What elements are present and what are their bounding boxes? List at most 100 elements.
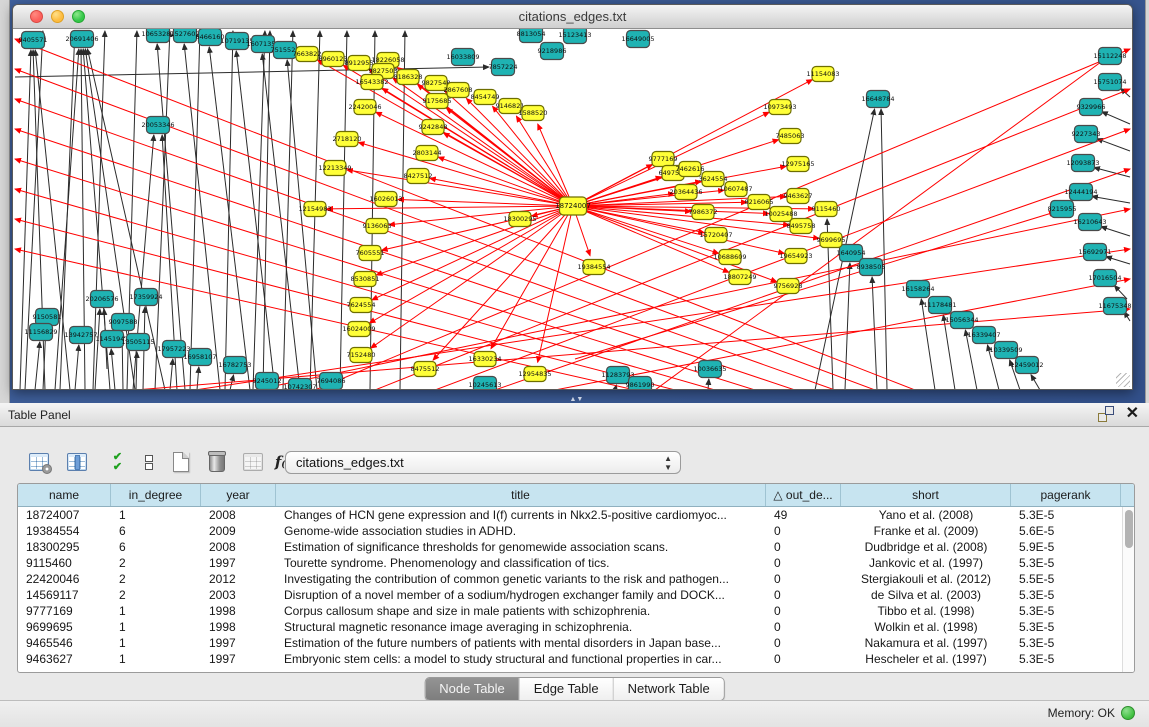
- network-node[interactable]: 12444194: [1064, 184, 1097, 201]
- red-edge[interactable]: [443, 133, 573, 206]
- delete-table-button[interactable]: [240, 449, 266, 475]
- table-selector-dropdown[interactable]: citations_edges.txt ▲▼: [285, 451, 681, 474]
- network-node[interactable]: 9136063: [363, 219, 392, 234]
- network-node[interactable]: 13505115: [121, 334, 154, 351]
- network-node[interactable]: 2718120: [333, 132, 362, 147]
- network-node[interactable]: 8427512: [404, 169, 433, 184]
- network-node[interactable]: 16026013: [369, 192, 402, 207]
- network-node[interactable]: 7857224: [489, 59, 518, 76]
- black-edge[interactable]: [155, 31, 170, 389]
- network-node[interactable]: 19384554: [577, 260, 610, 275]
- red-edge[interactable]: [195, 249, 1130, 389]
- network-node[interactable]: 9245012: [253, 373, 282, 390]
- tab-edge-table[interactable]: Edge Table: [520, 678, 614, 700]
- black-edge[interactable]: [75, 345, 79, 389]
- table-row[interactable]: 911546021997Tourette syndrome. Phenomeno…: [18, 555, 1122, 571]
- black-edge[interactable]: [287, 60, 317, 389]
- black-edge[interactable]: [35, 342, 40, 389]
- table-row[interactable]: 977716911998Corpus callosum shape and si…: [18, 603, 1122, 619]
- network-node[interactable]: 9242848: [419, 120, 448, 135]
- column-header-year[interactable]: year: [201, 484, 276, 506]
- network-node[interactable]: 9756928: [774, 279, 803, 294]
- network-node[interactable]: 8813054: [517, 29, 546, 43]
- column-header-name[interactable]: name: [18, 484, 111, 506]
- black-edge[interactable]: [1097, 139, 1130, 151]
- network-node[interactable]: 7624554: [347, 298, 376, 313]
- black-edge[interactable]: [340, 31, 347, 389]
- network-node[interactable]: 19654923: [779, 249, 812, 264]
- column-header-in_degree[interactable]: in_degree: [111, 484, 201, 506]
- network-node[interactable]: 8938505: [857, 259, 886, 276]
- red-edge[interactable]: [655, 59, 1105, 389]
- black-edge[interactable]: [283, 31, 293, 389]
- network-node[interactable]: 7986372: [689, 205, 718, 220]
- network-node[interactable]: 12954835: [518, 367, 551, 382]
- network-node[interactable]: 9405571: [19, 32, 48, 49]
- black-edge[interactable]: [1106, 257, 1130, 264]
- network-canvas[interactable]: 9405571206914061065328715276026466160107…: [13, 29, 1132, 389]
- table-row[interactable]: 946554611997Estimation of the future num…: [18, 635, 1122, 651]
- network-node[interactable]: 9699695: [817, 233, 846, 248]
- network-node[interactable]: 16210643: [1073, 214, 1106, 231]
- network-node[interactable]: 10245613: [468, 377, 501, 390]
- table-row[interactable]: 1938455462009Genome-wide association stu…: [18, 523, 1122, 539]
- black-edge[interactable]: [225, 31, 233, 389]
- window-resize-grip[interactable]: [1116, 373, 1130, 387]
- network-node[interactable]: 7485063: [776, 129, 805, 144]
- network-node[interactable]: 15692971: [1078, 244, 1111, 261]
- unselect-all-button[interactable]: [136, 449, 162, 475]
- black-edge[interactable]: [845, 263, 850, 389]
- network-node[interactable]: 11178481: [923, 297, 956, 314]
- network-node[interactable]: 10742307: [283, 379, 316, 390]
- network-node[interactable]: 10688609: [713, 250, 746, 265]
- network-node[interactable]: 16033809: [446, 49, 479, 66]
- column-header-out_de[interactable]: △ out_de...: [766, 484, 841, 506]
- network-node[interactable]: 16782753: [218, 357, 251, 374]
- black-edge[interactable]: [236, 51, 275, 389]
- network-node[interactable]: 12459012: [1010, 357, 1043, 374]
- black-edge[interactable]: [1102, 112, 1130, 124]
- network-node[interactable]: 10339509: [989, 342, 1022, 359]
- black-edge[interactable]: [872, 277, 877, 389]
- network-node[interactable]: 11675348: [1098, 298, 1131, 315]
- table-mode-button[interactable]: [26, 449, 52, 475]
- float-panel-icon[interactable]: [1098, 406, 1114, 422]
- network-node[interactable]: 7663822: [293, 47, 322, 62]
- network-node[interactable]: 12093873: [1066, 155, 1099, 172]
- network-node[interactable]: 8216065: [745, 195, 774, 210]
- network-node[interactable]: 17016504: [1088, 270, 1121, 287]
- tab-node-table[interactable]: Node Table: [425, 678, 520, 700]
- network-node[interactable]: 20053346: [141, 117, 174, 134]
- network-node[interactable]: 9227343: [1072, 126, 1101, 143]
- window-titlebar[interactable]: citations_edges.txt: [13, 5, 1132, 29]
- network-node[interactable]: 17359924: [129, 289, 162, 306]
- network-node[interactable]: 10036635: [693, 361, 726, 378]
- network-node[interactable]: 15112248: [1093, 48, 1126, 65]
- network-node[interactable]: 20206576: [85, 291, 118, 308]
- network-node[interactable]: 9097588: [109, 314, 138, 331]
- network-node[interactable]: 8215955: [1048, 201, 1077, 218]
- select-all-button[interactable]: ✔✔: [104, 449, 130, 475]
- table-row[interactable]: 1830029562008Estimation of significance …: [18, 539, 1122, 555]
- split-pane-divider[interactable]: ▲▼: [570, 397, 580, 402]
- black-edge[interactable]: [262, 54, 300, 389]
- network-node[interactable]: 11154083: [806, 67, 839, 82]
- table-row[interactable]: 1456911722003Disruption of a novel membe…: [18, 587, 1122, 603]
- network-node[interactable]: 15056344: [945, 312, 978, 329]
- column-header-title[interactable]: title: [276, 484, 766, 506]
- network-node[interactable]: 15123413: [558, 29, 591, 44]
- red-edge[interactable]: [446, 108, 573, 206]
- network-node[interactable]: 8475512: [411, 362, 440, 377]
- network-node[interactable]: 9463627: [784, 189, 813, 204]
- black-edge[interactable]: [1101, 227, 1130, 236]
- network-node[interactable]: 12213349: [318, 161, 351, 176]
- black-edge[interactable]: [708, 379, 709, 389]
- network-node[interactable]: 8495758: [787, 219, 816, 234]
- column-header-pagerank[interactable]: pagerank: [1011, 484, 1121, 506]
- network-node[interactable]: 16158264: [901, 281, 934, 298]
- network-node[interactable]: 7152480: [347, 348, 376, 363]
- network-node[interactable]: 9777169: [649, 152, 678, 167]
- tab-network-table[interactable]: Network Table: [614, 678, 724, 700]
- network-node[interactable]: 11156829: [24, 324, 57, 341]
- black-edge[interactable]: [209, 47, 250, 389]
